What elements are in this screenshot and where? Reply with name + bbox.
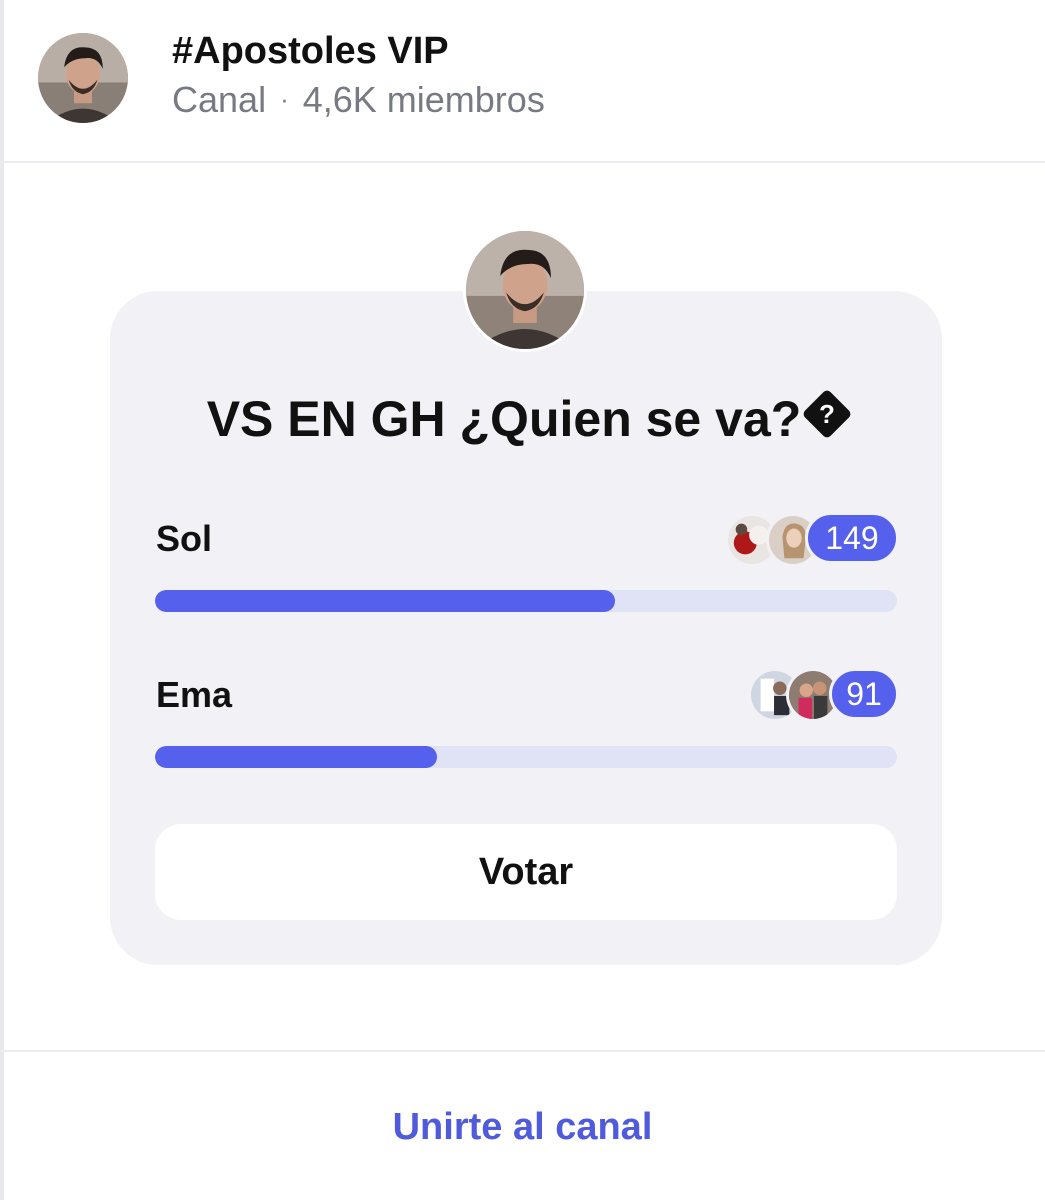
poll-question: VS EN GH ¿Quien se va?	[206, 391, 802, 447]
question-diamond-glyph: ?	[819, 399, 836, 429]
vote-count-badge: 91	[829, 668, 899, 720]
poll-option-label[interactable]: Ema	[156, 674, 232, 716]
question-diamond-icon: ?	[801, 388, 853, 440]
channel-name: #Apostoles VIP	[172, 30, 449, 72]
join-channel-button[interactable]: Unirte al canal	[0, 1106, 1045, 1149]
poll-progress-fill	[155, 746, 437, 768]
poll-title: VS EN GH ¿Quien se va??	[110, 388, 942, 448]
poll-progress-track	[155, 590, 897, 612]
meta-separator: ·	[280, 84, 289, 114]
profile-photo-icon	[38, 33, 128, 123]
poll-author-avatar	[463, 228, 587, 352]
channel-header: #Apostoles VIP Canal · 4,6K miembros	[0, 0, 1045, 163]
poll-option-label[interactable]: Sol	[156, 518, 212, 560]
profile-photo-icon	[466, 231, 584, 349]
channel-meta: Canal · 4,6K miembros	[172, 79, 545, 121]
vote-button[interactable]: Votar	[155, 824, 897, 920]
footer-divider	[0, 1050, 1045, 1052]
poll-progress-track	[155, 746, 897, 768]
channel-type: Canal	[172, 79, 267, 120]
poll-progress-fill	[155, 590, 616, 612]
vote-count-badge: 149	[805, 512, 899, 564]
window-edge	[0, 0, 4, 1200]
channel-avatar[interactable]	[38, 33, 128, 123]
member-count: 4,6K miembros	[302, 79, 545, 120]
